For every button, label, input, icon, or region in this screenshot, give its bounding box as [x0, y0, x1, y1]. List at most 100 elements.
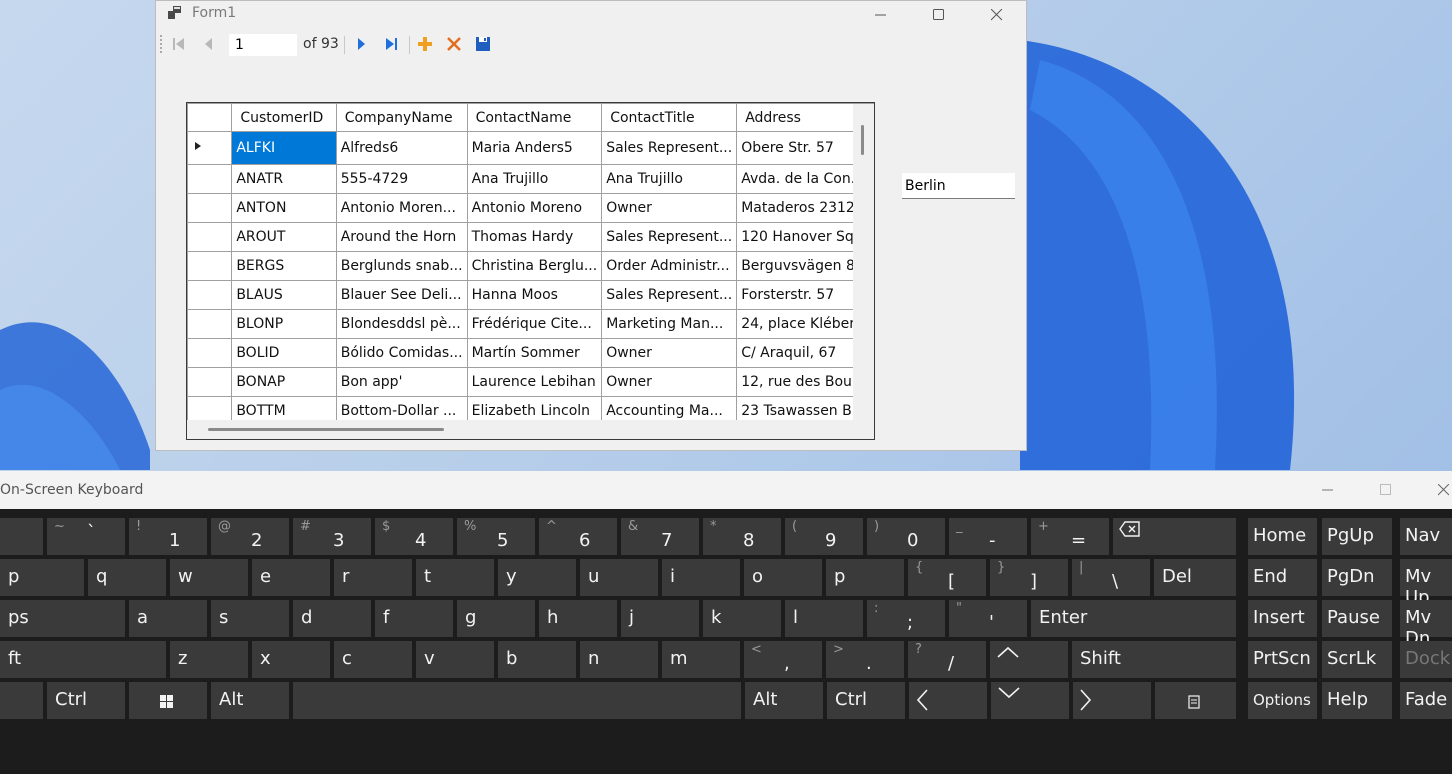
grid-cell-customerid[interactable]: ALFKI: [231, 131, 337, 165]
key-ctrl-key[interactable]: Ctrl: [827, 682, 905, 719]
row-header-cell[interactable]: [187, 251, 233, 281]
key-u-key[interactable]: u: [580, 559, 658, 596]
key-h-key[interactable]: h: [539, 600, 617, 637]
key-mv-dn-key[interactable]: Mv Dn: [1400, 600, 1452, 649]
key-0-key[interactable]: ) 0: [867, 518, 945, 555]
row-header-cell[interactable]: [187, 131, 233, 165]
add-new-button[interactable]: [414, 34, 436, 54]
save-button[interactable]: [472, 34, 494, 54]
grid-cell-contacttitle[interactable]: Order Administr...: [601, 251, 738, 281]
key-m-key[interactable]: m: [662, 641, 740, 678]
key-l-key[interactable]: l: [785, 600, 863, 637]
grid-cell-contactname[interactable]: Hanna Moos: [466, 280, 603, 310]
grid-cell-contacttitle[interactable]: Ana Trujillo: [601, 164, 738, 194]
grid-cell-contactname[interactable]: Frédérique Cite...: [466, 309, 603, 339]
arrow-left-key[interactable]: [909, 682, 987, 719]
key-alt-key[interactable]: Alt: [211, 682, 289, 719]
arrow-right-key[interactable]: [1073, 682, 1151, 719]
grid-cell-companyname[interactable]: Alfreds6: [335, 131, 468, 165]
grid-cell-contactname[interactable]: Christina Berglu...: [466, 251, 603, 281]
table-row[interactable]: ANTON Antonio Moren... Antonio Moreno Owner…: [187, 193, 874, 223]
space-key[interactable]: [293, 682, 741, 719]
key-options-key[interactable]: Options: [1248, 682, 1317, 719]
key-f-key[interactable]: f: [375, 600, 453, 637]
key-p-key[interactable]: p: [0, 559, 84, 596]
key-x-key[interactable]: x: [252, 641, 330, 678]
key-enter-key[interactable]: Enter: [1031, 600, 1236, 637]
key-r-key[interactable]: r: [334, 559, 412, 596]
key--key[interactable]: >.: [826, 641, 904, 678]
osk-maximize-button[interactable]: [1357, 476, 1415, 504]
grid-cell-customerid[interactable]: BOLID: [231, 338, 337, 368]
move-previous-button[interactable]: [198, 34, 220, 54]
key-w-key[interactable]: w: [170, 559, 248, 596]
arrow-up-key[interactable]: [990, 641, 1068, 678]
toolbar-grip[interactable]: [160, 35, 164, 53]
column-header[interactable]: CompanyName: [335, 103, 468, 132]
key-9-key[interactable]: (9: [785, 518, 863, 555]
key-c-key[interactable]: c: [334, 641, 412, 678]
key-4-key[interactable]: $4: [375, 518, 453, 555]
title-bar[interactable]: Form1: [156, 1, 1026, 29]
key-pgup-key[interactable]: PgUp: [1322, 518, 1392, 555]
row-header-cell[interactable]: [187, 309, 233, 339]
key--key[interactable]: _ -: [949, 518, 1027, 555]
close-button[interactable]: [968, 1, 1026, 29]
corner-header-cell[interactable]: [187, 103, 233, 132]
table-row[interactable]: BONAP Bon app' Laurence Lebihan Owner 12, ru…: [187, 367, 874, 397]
key-b-key[interactable]: b: [498, 641, 576, 678]
column-header[interactable]: CustomerID: [231, 103, 337, 132]
move-last-button[interactable]: [380, 34, 402, 54]
key-insert-key[interactable]: Insert: [1248, 600, 1317, 637]
grid-cell-customerid[interactable]: BLAUS: [231, 280, 337, 310]
grid-cell-companyname[interactable]: Antonio Moren...: [335, 193, 468, 223]
key-k-key[interactable]: k: [703, 600, 781, 637]
table-row[interactable]: BERGS Berglunds snab... Christina Berglu..…: [187, 251, 874, 281]
table-row[interactable]: BOLID Bólido Comidas... Martín Sommer Owner…: [187, 338, 874, 368]
key-a-key[interactable]: a: [129, 600, 207, 637]
key-1-key[interactable]: ! 1: [129, 518, 207, 555]
table-row[interactable]: BLAUS Blauer See Deli... Hanna Moos Sales R…: [187, 280, 874, 310]
grid-cell-contactname[interactable]: Thomas Hardy: [466, 222, 603, 252]
table-row[interactable]: ANATR 555-4729 Ana Trujillo Ana Trujillo Avd…: [187, 164, 874, 194]
key-shift-key[interactable]: Shift: [1072, 641, 1236, 678]
grid-cell-contacttitle[interactable]: Marketing Man...: [601, 309, 738, 339]
key--key[interactable]: ? /: [908, 641, 986, 678]
column-header[interactable]: ContactName: [466, 103, 603, 132]
key-e-key[interactable]: e: [252, 559, 330, 596]
key--key[interactable]: {[: [908, 559, 986, 596]
key-i-key[interactable]: i: [662, 559, 740, 596]
grid-cell-customerid[interactable]: BERGS: [231, 251, 337, 281]
key-j-key[interactable]: j: [621, 600, 699, 637]
key-fade-key[interactable]: Fade: [1400, 682, 1452, 719]
delete-button[interactable]: [443, 34, 465, 54]
grid-cell-contactname[interactable]: Martín Sommer: [466, 338, 603, 368]
grid-cell-companyname[interactable]: Blauer See Deli...: [335, 280, 468, 310]
osk-close-button[interactable]: [1415, 476, 1452, 504]
windows-key[interactable]: [129, 682, 207, 719]
key--key[interactable]: ~ `: [47, 518, 125, 555]
key-p-key[interactable]: p: [826, 559, 904, 596]
key-pgdn-key[interactable]: PgDn: [1322, 559, 1392, 596]
row-header-cell[interactable]: [187, 222, 233, 252]
grid-cell-companyname[interactable]: 555-4729: [335, 164, 468, 194]
vertical-scrollbar[interactable]: [853, 104, 874, 420]
customers-grid[interactable]: CustomerID CompanyName ContactName Conta…: [186, 102, 875, 440]
grid-cell-companyname[interactable]: Blondesddsl pè...: [335, 309, 468, 339]
horizontal-scroll-thumb[interactable]: [208, 428, 444, 431]
key-8-key[interactable]: * 8: [703, 518, 781, 555]
key-alt-key[interactable]: Alt: [745, 682, 823, 719]
row-header-cell[interactable]: [187, 280, 233, 310]
grid-cell-contacttitle[interactable]: Sales Represent...: [601, 280, 738, 310]
grid-cell-contactname[interactable]: Ana Trujillo: [466, 164, 603, 194]
key-7-key[interactable]: & 7: [621, 518, 699, 555]
key--key[interactable]: :;: [867, 600, 945, 637]
key-v-key[interactable]: v: [416, 641, 494, 678]
osk-title-bar[interactable]: On-Screen Keyboard: [0, 471, 1452, 509]
key--key[interactable]: | \: [1072, 559, 1150, 596]
row-header-cell[interactable]: [187, 164, 233, 194]
row-header-cell[interactable]: [187, 193, 233, 223]
grid-cell-contactname[interactable]: Maria Anders5: [466, 131, 603, 165]
key-scrlk-key[interactable]: ScrLk: [1322, 641, 1392, 678]
row-header-cell[interactable]: [187, 338, 233, 368]
